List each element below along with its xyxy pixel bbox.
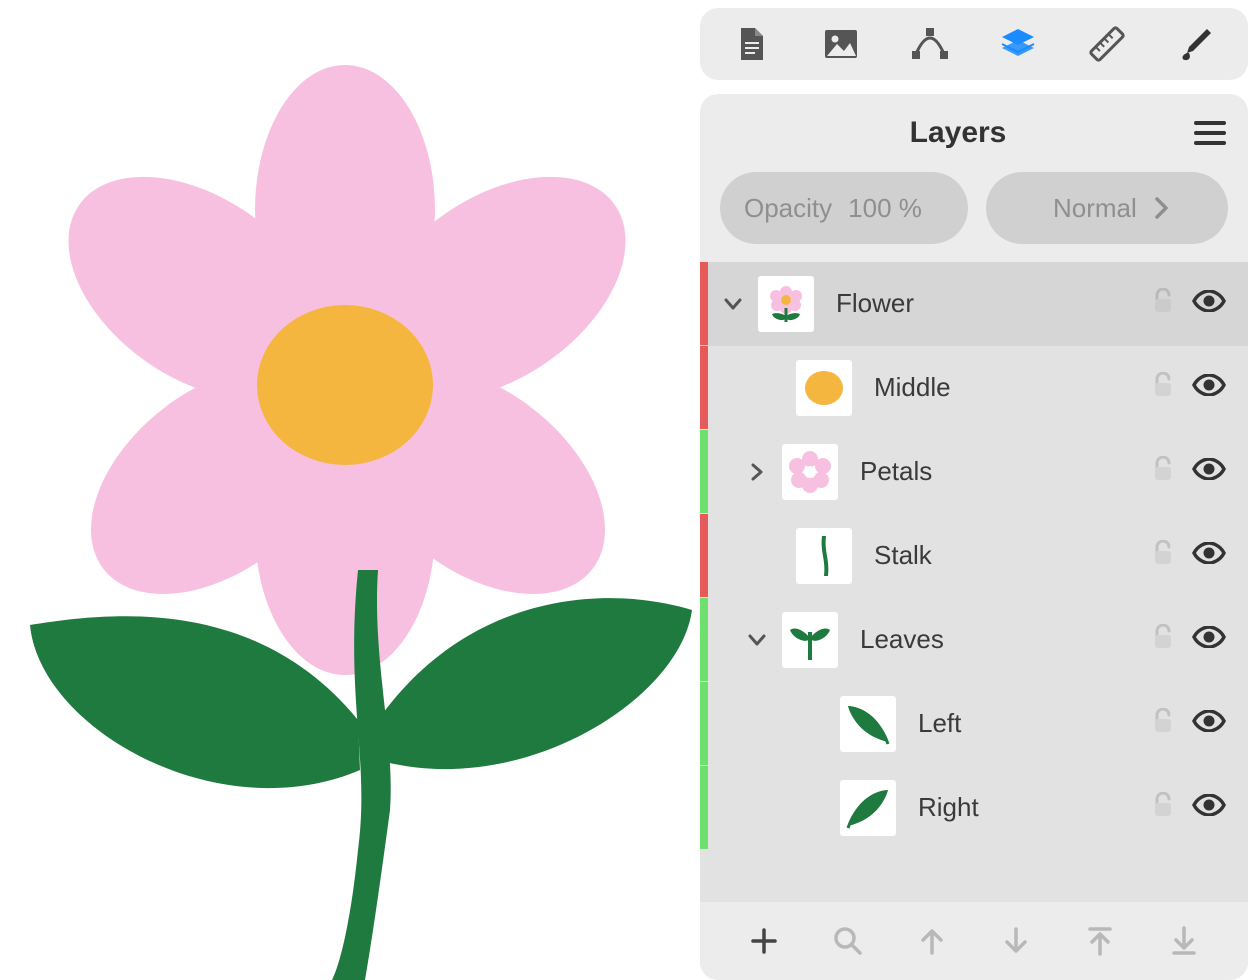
layer-thumbnail [840,780,896,836]
flower-artwork [0,0,692,980]
layers-bottom-bar [700,902,1248,980]
layer-color-bar [700,598,708,681]
disclosure-toggle[interactable] [740,633,774,647]
chevron-right-icon [1155,196,1169,220]
layer-row-right[interactable]: Right [700,766,1248,850]
brush-tab[interactable] [1175,23,1217,65]
image-icon [824,29,858,59]
layers-title: Layers [722,116,1194,150]
layer-thumbnail [782,444,838,500]
add-layer-button[interactable] [722,926,806,956]
layer-row-flower[interactable]: Flower [700,262,1248,346]
layer-name[interactable]: Flower [836,288,1152,319]
layers-panel: Layers Opacity 100 % Normal Flower [700,94,1248,980]
layers-header: Layers [700,94,1248,172]
layer-thumbnail [796,360,852,416]
arrow-down-icon [1003,926,1029,956]
search-layers-button[interactable] [806,925,890,957]
document-tab[interactable] [731,23,773,65]
layers-menu-button[interactable] [1194,121,1226,145]
visibility-toggle[interactable] [1192,374,1226,401]
layer-name[interactable]: Petals [860,456,1152,487]
opacity-label: Opacity [744,193,832,224]
lock-toggle[interactable] [1152,792,1174,823]
arrow-bottom-icon [1171,925,1197,957]
inspector-panel: Layers Opacity 100 % Normal Flower [692,0,1260,980]
layer-row-left[interactable]: Left [700,682,1248,766]
vector-tab[interactable] [909,23,951,65]
opacity-control[interactable]: Opacity 100 % [720,172,968,244]
disclosure-toggle[interactable] [716,297,750,311]
plus-icon [749,926,779,956]
layer-color-bar [700,346,708,429]
layer-row-middle[interactable]: Middle [700,346,1248,430]
ruler-tab[interactable] [1086,23,1128,65]
layer-color-bar [700,262,708,345]
image-tab[interactable] [820,23,862,65]
layers-tab-active[interactable] [997,23,1039,65]
layer-row-leaves[interactable]: Leaves [700,598,1248,682]
arrow-up-icon [919,926,945,956]
layer-thumbnail [758,276,814,332]
layer-color-bar [700,682,708,765]
lock-toggle[interactable] [1152,288,1174,319]
lock-toggle[interactable] [1152,708,1174,739]
layer-list[interactable]: Flower Middle Petals Stalk Leaves [700,262,1248,902]
layer-color-bar [700,430,708,513]
layer-row-stalk[interactable]: Stalk [700,514,1248,598]
layer-properties-row: Opacity 100 % Normal [700,172,1248,262]
visibility-toggle[interactable] [1192,290,1226,317]
visibility-toggle[interactable] [1192,626,1226,653]
disclosure-toggle[interactable] [740,462,774,482]
arrow-top-icon [1087,925,1113,957]
brush-icon [1177,25,1215,63]
vector-icon [910,28,950,60]
layer-name[interactable]: Leaves [860,624,1152,655]
lock-toggle[interactable] [1152,624,1174,655]
inspector-tabs [700,8,1248,80]
layer-row-petals[interactable]: Petals [700,430,1248,514]
visibility-toggle[interactable] [1192,458,1226,485]
layers-icon [999,27,1037,61]
lock-toggle[interactable] [1152,372,1174,403]
layer-name[interactable]: Middle [874,372,1152,403]
move-up-button[interactable] [890,926,974,956]
move-top-button[interactable] [1058,925,1142,957]
layer-thumbnail [782,612,838,668]
layer-thumbnail [840,696,896,752]
visibility-toggle[interactable] [1192,542,1226,569]
layer-color-bar [700,766,708,849]
layer-color-bar [700,514,708,597]
search-icon [832,925,864,957]
blend-mode-control[interactable]: Normal [986,172,1228,244]
layer-name[interactable]: Left [918,708,1152,739]
layer-thumbnail [796,528,852,584]
layer-name[interactable]: Stalk [874,540,1152,571]
move-down-button[interactable] [974,926,1058,956]
opacity-value: 100 % [848,193,922,224]
blend-mode-value: Normal [1053,193,1137,224]
document-icon [737,26,767,62]
visibility-toggle[interactable] [1192,794,1226,821]
visibility-toggle[interactable] [1192,710,1226,737]
layer-name[interactable]: Right [918,792,1152,823]
lock-toggle[interactable] [1152,456,1174,487]
ruler-icon [1087,24,1127,64]
canvas[interactable] [0,0,692,980]
move-bottom-button[interactable] [1142,925,1226,957]
lock-toggle[interactable] [1152,540,1174,571]
